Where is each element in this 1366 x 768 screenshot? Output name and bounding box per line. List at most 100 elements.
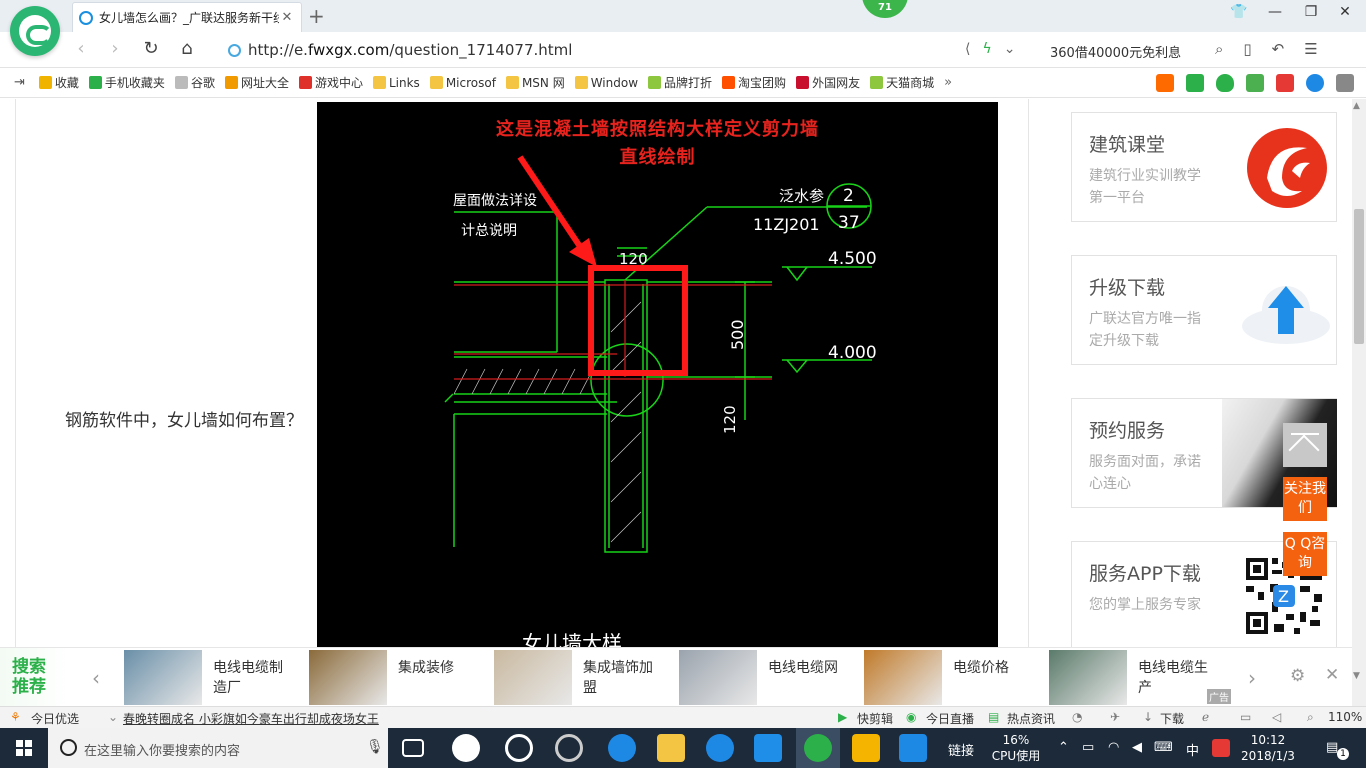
follow-us-button[interactable]: 关注我们 (1283, 477, 1327, 521)
glodon-app-icon[interactable] (754, 734, 782, 762)
forward-button[interactable]: › (102, 38, 128, 59)
360-browser-icon[interactable] (804, 734, 832, 762)
glodon-logo-icon (1247, 128, 1327, 208)
wifi-icon[interactable]: ◠ (1108, 740, 1119, 755)
search-box[interactable]: 360借40000元免利息 (1050, 42, 1181, 61)
minimize-button[interactable]: — (1260, 4, 1290, 20)
bookmark-item[interactable]: 游戏中心 (298, 74, 363, 91)
news-ticker-link[interactable]: 春晚转圈成名 小彩旗如今豪车出行却成夜场女王 (123, 710, 379, 727)
gear-icon[interactable]: ⚙ (1290, 666, 1305, 686)
pin-icon[interactable]: ✈ (1110, 710, 1120, 724)
url-field[interactable]: http://e.fwxgx.com/question_1714077.html (248, 41, 572, 59)
maximize-button[interactable]: ❐ (1296, 4, 1326, 20)
tab-close-icon[interactable]: ✕ (279, 10, 295, 25)
ime-indicator[interactable]: 中 (1186, 740, 1199, 759)
cpu-meter[interactable]: 16% CPU使用 (990, 732, 1042, 764)
tab-active[interactable]: 女儿墙怎么画？_广联达服务新干线 ✕ (72, 2, 302, 32)
volume-icon[interactable]: ◁ (1272, 710, 1281, 724)
browser-logo-icon[interactable] (10, 6, 60, 56)
spiral-app-icon[interactable] (555, 734, 583, 762)
menu-icon[interactable]: ☰ (1304, 40, 1317, 58)
windows-start-icon[interactable] (16, 740, 32, 756)
hot-news-link[interactable]: 热点资讯 (1007, 710, 1055, 727)
edge-like-app-icon[interactable] (505, 734, 533, 762)
taskbar-search-box[interactable]: 在这里输入你要搜索的内容 🎙 (48, 728, 388, 768)
close-icon[interactable]: ✕ (1325, 665, 1339, 685)
phone-icon[interactable]: ▯ (1243, 40, 1251, 58)
discount-icon[interactable] (1156, 74, 1174, 92)
task-view-icon[interactable] (402, 739, 424, 757)
home-button[interactable]: ⌂ (174, 38, 200, 59)
bookmark-item[interactable]: MSN 网 (505, 74, 565, 91)
cad-ref-num-top: 2 (843, 186, 854, 206)
speed-icon[interactable]: ◔ (1072, 710, 1082, 724)
notes-app-icon[interactable] (852, 734, 880, 762)
card-upgrade-download[interactable]: 升级下载 广联达官方唯一指定升级下载 (1071, 255, 1337, 365)
bookmark-item[interactable]: 网址大全 (224, 74, 289, 91)
page-scrollbar[interactable]: ▲ ▼ (1352, 99, 1366, 706)
bookmark-item[interactable]: 手机收藏夹 (88, 74, 165, 91)
bookmark-label: 收藏 (54, 76, 79, 90)
apps-grid-icon[interactable] (1336, 74, 1354, 92)
close-window-button[interactable]: ✕ (1330, 4, 1360, 20)
microphone-icon[interactable]: 🎙 (366, 739, 384, 755)
qq-consult-button[interactable]: Q Q咨询 (1283, 532, 1327, 576)
scroll-thumb[interactable] (1354, 209, 1364, 344)
reader-icon[interactable] (1186, 74, 1204, 92)
scroll-down-icon[interactable]: ▼ (1353, 671, 1360, 681)
screenshot-icon[interactable] (1276, 74, 1294, 92)
cad-drawing-image[interactable]: 屋面做法详设 计总说明 泛水参 11ZJ201 2 37 120 4.500 5… (317, 102, 998, 647)
scroll-up-icon[interactable]: ▲ (1353, 101, 1360, 111)
pinwheel-app-icon[interactable] (452, 734, 480, 762)
sogou-icon[interactable] (1212, 739, 1230, 757)
shield-icon[interactable] (1216, 74, 1234, 92)
live-link[interactable]: 今日直播 (926, 710, 974, 727)
skin-icon[interactable]: 👕 (1224, 4, 1254, 20)
chevron-down-icon[interactable]: ⌄ (1004, 41, 1016, 57)
battery-icon[interactable]: ▭ (1082, 740, 1094, 755)
quick-clip-link[interactable]: 快剪辑 (857, 710, 893, 727)
volume-tray-icon[interactable]: ◀ (1132, 740, 1142, 755)
window-icon[interactable]: ▭ (1240, 710, 1251, 724)
search-icon[interactable]: ⌕ (1215, 40, 1223, 58)
tray-expand-icon[interactable]: ⌃ (1058, 740, 1069, 755)
bookmark-item[interactable]: 外国网友 (796, 74, 860, 91)
bookmark-item[interactable]: Microsof (429, 74, 496, 91)
chevron-down-icon[interactable]: ⌄ (108, 710, 118, 724)
sidebar-toggle-icon[interactable]: ⇥ (14, 75, 25, 90)
clock-date: 2018/1/3 (1241, 749, 1295, 763)
bookmark-item[interactable]: 淘宝团购 (722, 74, 786, 91)
reload-button[interactable]: ↻ (138, 38, 164, 59)
card-building-class[interactable]: 建筑课堂 建筑行业实训教学第一平台 (1071, 112, 1337, 222)
ie-mode-icon[interactable]: ℯ (1202, 710, 1209, 724)
bookmark-item[interactable]: Links (372, 74, 420, 91)
link-label[interactable]: 链接 (948, 740, 974, 759)
magnifier-icon[interactable] (1306, 74, 1324, 92)
bookmark-item[interactable]: 天猫商城 (870, 74, 934, 91)
download-link[interactable]: 下载 (1160, 710, 1184, 727)
bookmark-item[interactable]: 谷歌 (174, 74, 215, 91)
zoom-level[interactable]: 110% (1328, 710, 1362, 724)
recommend-next-button[interactable]: › (1248, 666, 1256, 690)
bookmarks-more-button[interactable]: » (944, 75, 952, 90)
lightning-icon[interactable]: ϟ (982, 41, 991, 57)
new-tab-button[interactable]: + (308, 4, 325, 28)
notification-badge[interactable]: 71 (862, 0, 908, 18)
bookmark-item[interactable]: 品牌打折 (648, 74, 712, 91)
keyboard-icon[interactable]: ⌨ (1154, 740, 1173, 755)
site-security-icon[interactable] (228, 44, 241, 57)
back-to-top-button[interactable] (1283, 423, 1327, 467)
bookmark-item[interactable]: Window (574, 74, 638, 91)
file-explorer-icon[interactable] (657, 734, 685, 762)
recommend-prev-button[interactable]: ‹ (92, 666, 100, 690)
today-pick-link[interactable]: 今日优选 (31, 710, 79, 727)
translate-icon[interactable] (1246, 74, 1264, 92)
add-app-icon[interactable] (899, 734, 927, 762)
undo-icon[interactable]: ↶ (1272, 40, 1285, 58)
bookmark-item[interactable]: 收藏 (38, 74, 79, 91)
internet-explorer-icon[interactable] (706, 734, 734, 762)
clock[interactable]: 10:12 2018/1/3 (1240, 732, 1296, 764)
back-button[interactable]: ‹ (68, 38, 94, 59)
edge-browser-icon[interactable] (608, 734, 636, 762)
share-icon[interactable]: ⟨ (965, 41, 970, 57)
